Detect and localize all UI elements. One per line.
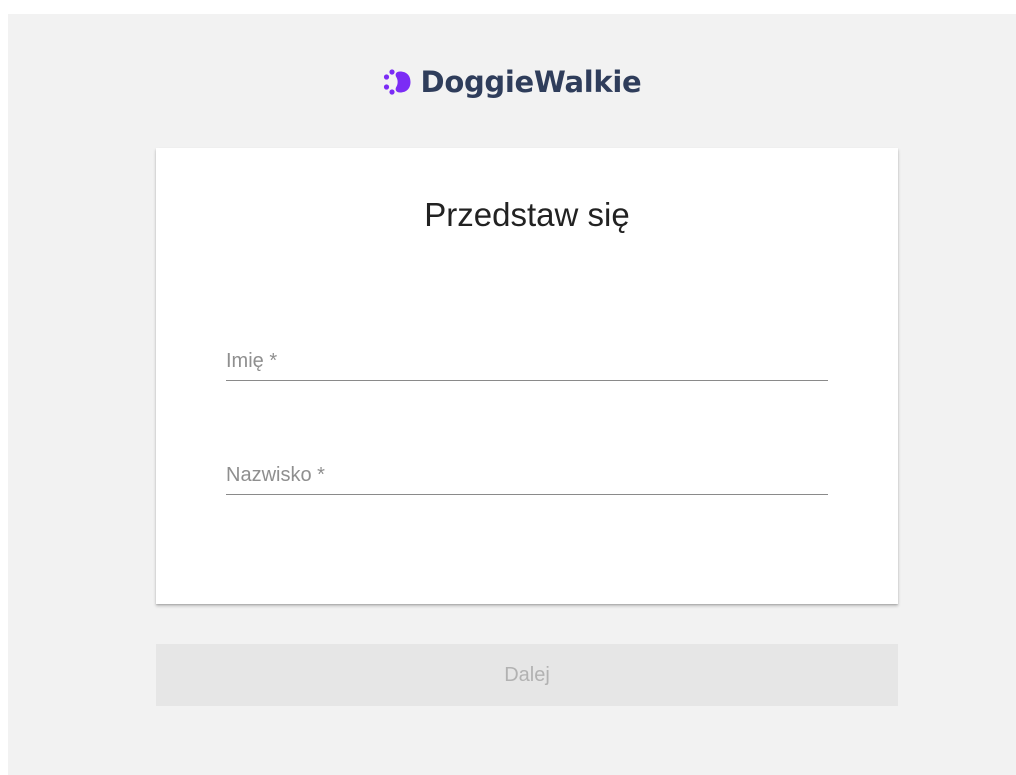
brand-name: DoggieWalkie <box>420 64 642 99</box>
page-background: DoggieWalkie Przedstaw się Imię * Nazwis… <box>8 14 1016 775</box>
last-name-field: Nazwisko * <box>226 452 828 496</box>
next-button[interactable]: Dalej <box>156 644 898 706</box>
name-form-card: Przedstaw się Imię * Nazwisko * <box>156 148 898 604</box>
first-name-field: Imię * <box>226 338 828 382</box>
card-title: Przedstaw się <box>424 196 630 233</box>
first-name-input[interactable] <box>226 338 828 381</box>
paw-icon <box>383 69 411 95</box>
brand-logo: DoggieWalkie <box>8 62 1016 102</box>
last-name-input[interactable] <box>226 452 828 495</box>
